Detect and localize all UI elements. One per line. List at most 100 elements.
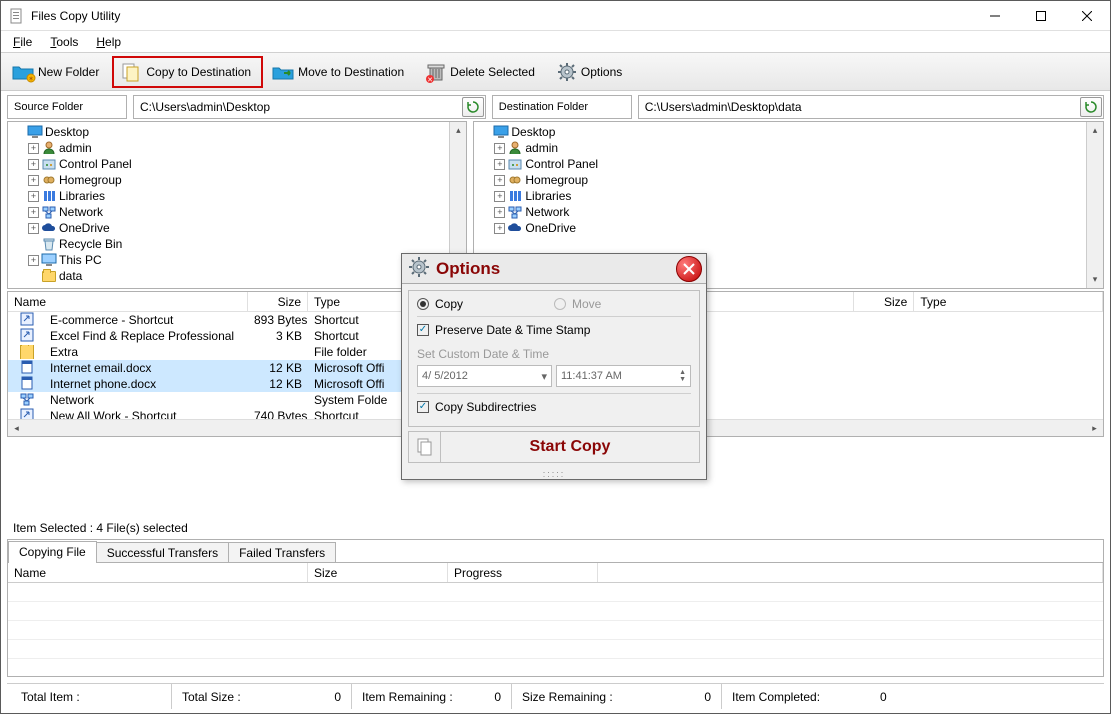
- checkbox-preserve-datetime[interactable]: Preserve Date & Time Stamp: [417, 317, 691, 343]
- expand-toggle[interactable]: +: [494, 159, 505, 170]
- minimize-button[interactable]: [972, 1, 1018, 31]
- list-item[interactable]: Internet email.docx12 KBMicrosoft Offi: [8, 360, 466, 376]
- app-window: Files Copy Utility File Tools Help ✶ New…: [0, 0, 1111, 714]
- source-folder-label: Source Folder: [7, 95, 127, 119]
- tree-item[interactable]: +Homegroup: [474, 172, 1086, 188]
- source-path-input[interactable]: [134, 97, 461, 117]
- tab-copying-file[interactable]: Copying File: [8, 541, 97, 563]
- checkbox-copy-subdirectories[interactable]: Copy Subdirectries: [417, 393, 691, 420]
- list-item[interactable]: NetworkSystem Folde: [8, 392, 466, 408]
- destination-tree-scrollbar[interactable]: ▴▾: [1086, 122, 1103, 288]
- move-icon: [270, 60, 298, 84]
- tree-item[interactable]: Desktop: [474, 124, 1086, 140]
- user-icon: [41, 141, 57, 155]
- source-file-list[interactable]: Name Size Type E-commerce - Shortcut893 …: [7, 291, 467, 437]
- expand-toggle[interactable]: +: [494, 175, 505, 186]
- expand-toggle[interactable]: +: [28, 159, 39, 170]
- col-type[interactable]: Type: [914, 292, 1103, 311]
- expand-toggle[interactable]: +: [28, 175, 39, 186]
- tree-item[interactable]: + Libraries: [8, 188, 449, 204]
- tree-item-label: Homegroup: [59, 173, 122, 187]
- col-name[interactable]: Name: [8, 563, 308, 582]
- tree-item[interactable]: +This PC: [8, 252, 449, 268]
- tree-item[interactable]: + Homegroup: [8, 172, 449, 188]
- col-progress[interactable]: Progress: [448, 563, 598, 582]
- delete-selected-button[interactable]: ✕ Delete Selected: [417, 56, 546, 88]
- menu-help[interactable]: Help: [96, 35, 121, 49]
- expand-toggle[interactable]: +: [494, 143, 505, 154]
- tree-item-label: Desktop: [511, 125, 555, 139]
- col-size[interactable]: Size: [308, 563, 448, 582]
- toolbar: ✶ New Folder Copy to Destination Move to…: [1, 53, 1110, 91]
- col-size[interactable]: Size: [854, 292, 914, 311]
- options-button[interactable]: Options: [548, 56, 633, 88]
- tree-item-label: Libraries: [525, 189, 571, 203]
- radio-copy[interactable]: Copy: [417, 297, 554, 311]
- tree-item[interactable]: +Control Panel: [8, 156, 449, 172]
- date-picker[interactable]: 4/ 5/2012▾: [417, 365, 552, 387]
- close-button[interactable]: [1064, 1, 1110, 31]
- tree-item[interactable]: +admin: [474, 140, 1086, 156]
- tree-item[interactable]: +Control Panel: [474, 156, 1086, 172]
- tree-item-label: data: [59, 269, 82, 283]
- tab-failed-transfers[interactable]: Failed Transfers: [228, 542, 336, 562]
- expand-toggle[interactable]: +: [28, 255, 39, 266]
- tree-item[interactable]: Desktop: [8, 124, 449, 140]
- list-item[interactable]: Internet phone.docx12 KBMicrosoft Offi: [8, 376, 466, 392]
- tree-item[interactable]: + admin: [8, 140, 449, 156]
- tree-item-label: Network: [525, 205, 569, 219]
- tree-item-label: Libraries: [59, 189, 105, 203]
- tab-successful-transfers[interactable]: Successful Transfers: [96, 542, 229, 562]
- table-row: [8, 583, 1103, 602]
- selection-status: Item Selected : 4 File(s) selected: [7, 517, 1104, 539]
- tree-item[interactable]: +Network: [8, 204, 449, 220]
- pc-icon: [41, 253, 57, 267]
- tree-item-label: admin: [59, 141, 92, 155]
- tree-item[interactable]: data: [8, 268, 449, 284]
- expand-toggle[interactable]: +: [28, 207, 39, 218]
- delete-icon: ✕: [422, 60, 450, 84]
- tree-item[interactable]: + Network: [474, 204, 1086, 220]
- monitor-icon: [27, 125, 43, 139]
- list-item[interactable]: Excel Find & Replace Professional3 KBSho…: [8, 328, 466, 344]
- expand-toggle[interactable]: +: [494, 223, 505, 234]
- source-list-hscroll[interactable]: ◂▸: [8, 419, 466, 436]
- radio-move[interactable]: Move: [554, 297, 691, 311]
- expand-toggle[interactable]: +: [28, 143, 39, 154]
- destination-refresh-button[interactable]: [1080, 97, 1102, 117]
- menubar: File Tools Help: [1, 31, 1110, 53]
- source-tree[interactable]: Desktop+admin+Control Panel+Homegroup+Li…: [8, 122, 449, 288]
- expand-toggle[interactable]: +: [28, 191, 39, 202]
- folder-icon: [14, 345, 40, 359]
- tree-item[interactable]: +OneDrive: [474, 220, 1086, 236]
- options-dialog: Options Copy Move Preserve Date & Time S…: [401, 253, 707, 480]
- expand-toggle[interactable]: +: [28, 223, 39, 234]
- new-folder-button[interactable]: ✶ New Folder: [5, 56, 110, 88]
- expand-toggle[interactable]: +: [494, 191, 505, 202]
- tree-item[interactable]: Recycle Bin: [8, 236, 449, 252]
- bin-icon: [41, 237, 57, 251]
- menu-tools[interactable]: Tools: [50, 35, 78, 49]
- move-to-destination-button[interactable]: Move to Destination: [265, 56, 415, 88]
- tree-item[interactable]: + Libraries: [474, 188, 1086, 204]
- start-copy-button[interactable]: Start Copy: [441, 438, 699, 456]
- options-dialog-close-button[interactable]: [676, 256, 702, 282]
- copy-to-destination-button[interactable]: Copy to Destination: [112, 56, 263, 88]
- hg-icon: [41, 173, 57, 187]
- col-size[interactable]: Size: [248, 292, 308, 311]
- menu-file[interactable]: File: [13, 35, 32, 49]
- shortcut-icon: [14, 328, 40, 345]
- source-refresh-button[interactable]: [462, 97, 484, 117]
- tree-item-label: Recycle Bin: [59, 237, 122, 251]
- list-item[interactable]: ExtraFile folder: [8, 344, 466, 360]
- destination-path-input[interactable]: [639, 97, 1079, 117]
- resize-grip[interactable]: :::::: [402, 469, 706, 479]
- maximize-button[interactable]: [1018, 1, 1064, 31]
- lib-icon: [507, 189, 523, 203]
- tree-item[interactable]: +OneDrive: [8, 220, 449, 236]
- list-item[interactable]: E-commerce - Shortcut893 BytesShortcut: [8, 312, 466, 328]
- list-item[interactable]: New All Work - Shortcut740 BytesShortcut: [8, 408, 466, 419]
- expand-toggle[interactable]: +: [494, 207, 505, 218]
- col-name[interactable]: Name: [8, 292, 248, 311]
- time-picker[interactable]: 11:41:37 AM▲▼: [556, 365, 691, 387]
